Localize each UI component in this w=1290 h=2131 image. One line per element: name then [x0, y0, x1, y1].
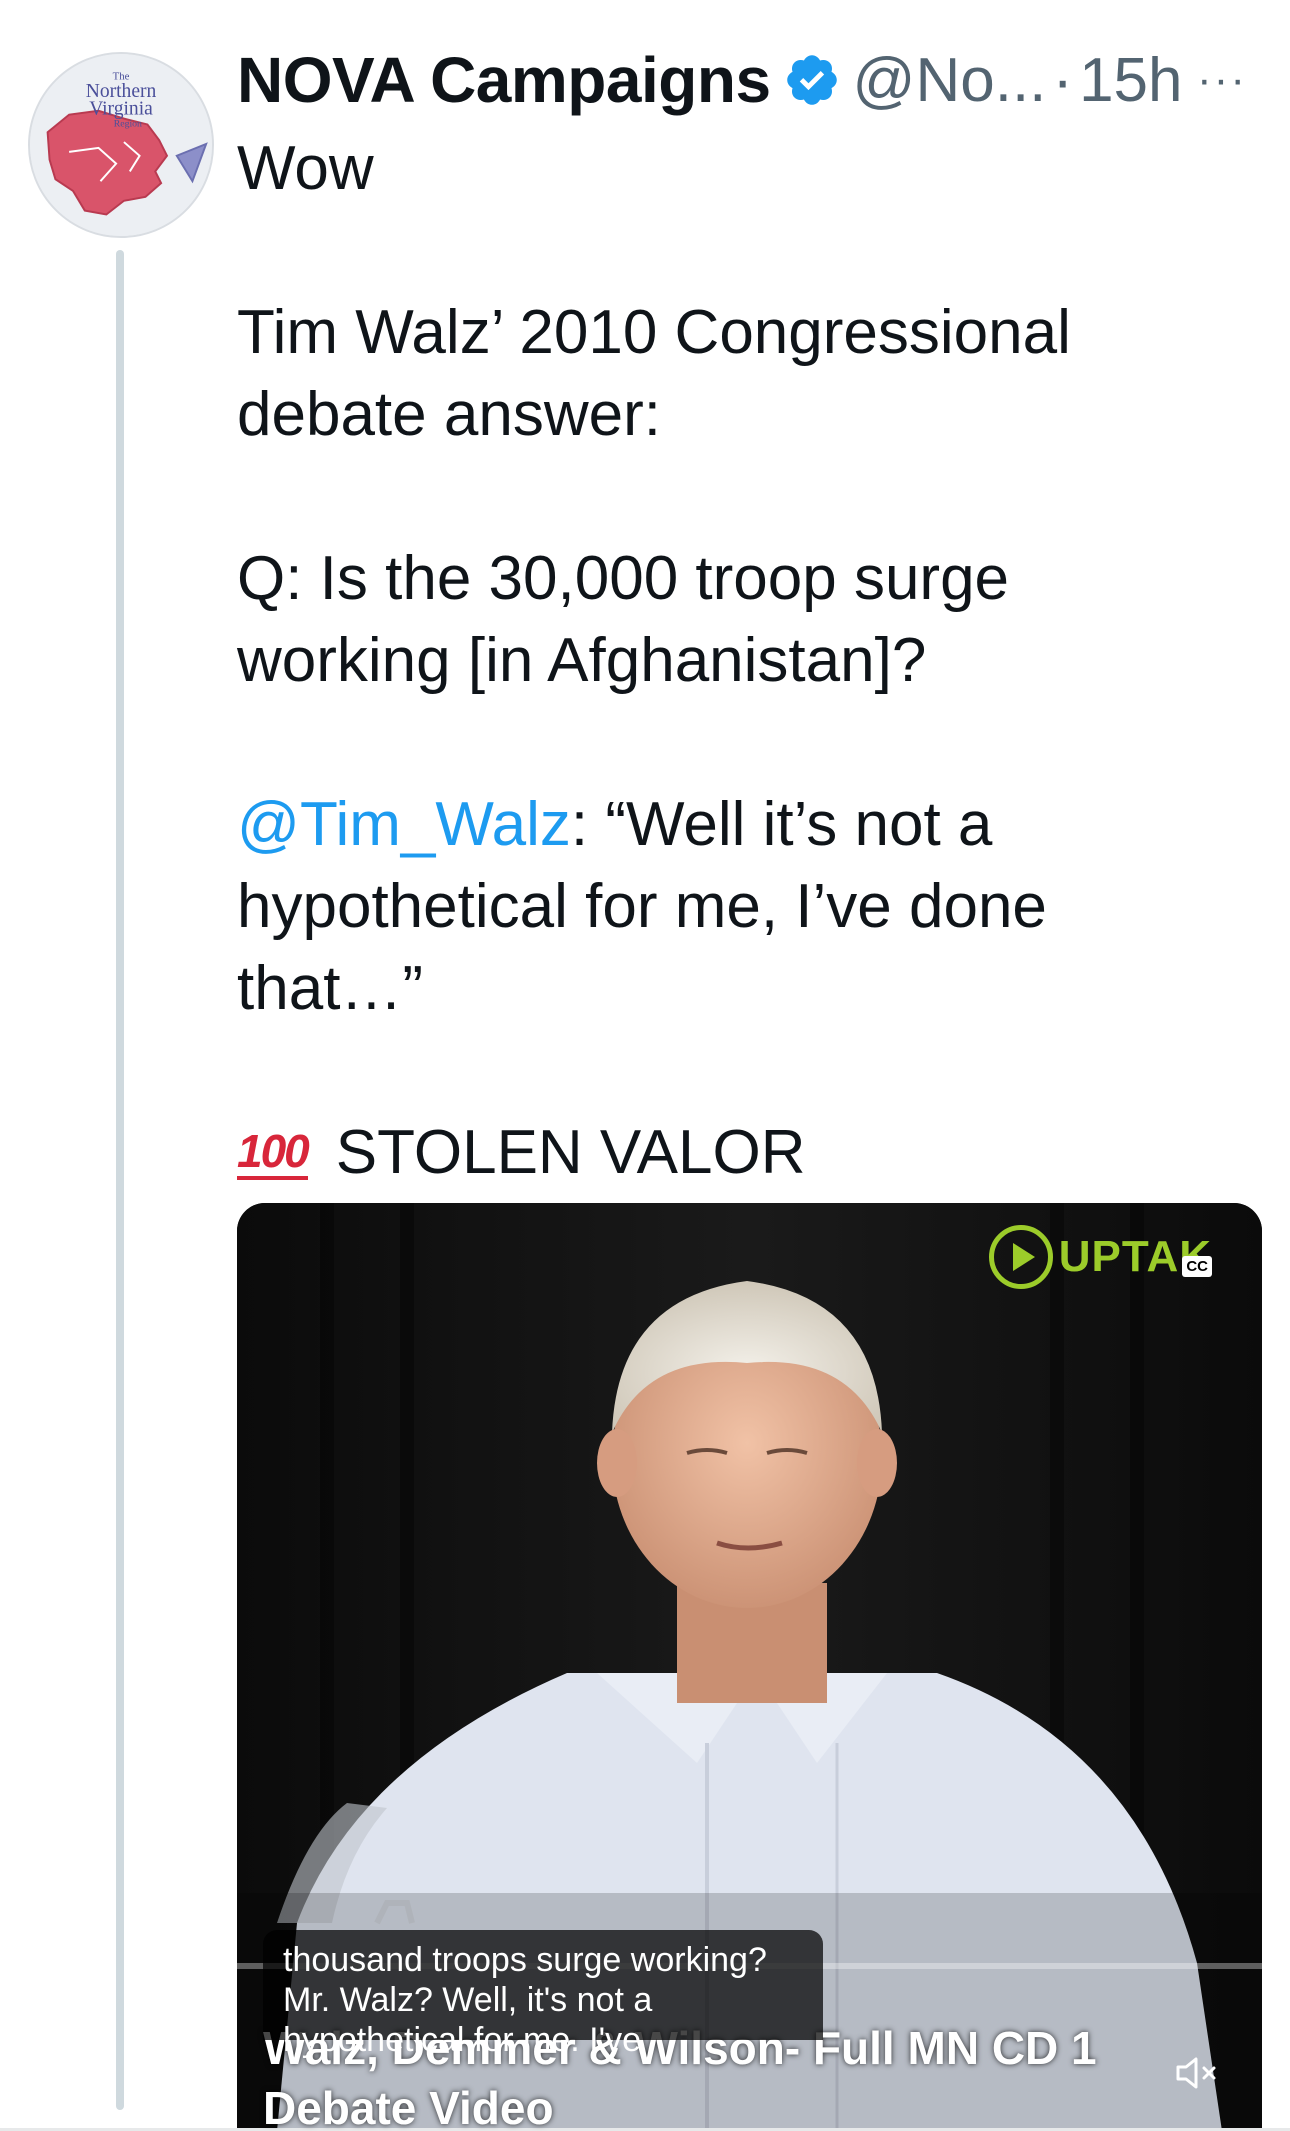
tweet-line: Tim Walz’ 2010 Congressional — [237, 298, 1071, 367]
tweet-line-stolen-valor: STOLEN VALOR — [335, 1118, 806, 1187]
play-icon — [988, 1225, 1053, 1289]
caption-line: thousand troops surge working? — [283, 1941, 767, 1979]
cc-badge: CC — [1182, 1256, 1212, 1277]
tweet-line: Q: Is the 30,000 troop surge — [237, 544, 1010, 613]
tweet-line: Wow — [237, 134, 374, 203]
tweet-line: working [in Afghanistan]? — [237, 626, 927, 695]
more-icon[interactable]: ··· — [1197, 55, 1247, 105]
display-name[interactable]: NOVA Campaigns — [237, 43, 771, 117]
tweet-line-rest: : “Well it’s not a — [570, 790, 993, 859]
hundred-points-icon: 100 — [237, 1128, 310, 1180]
timestamp[interactable]: 15h — [1079, 45, 1182, 116]
thread-line — [116, 250, 124, 2110]
tweet-line: that…” — [237, 954, 424, 1023]
tweet-line: debate answer: — [237, 380, 661, 449]
video-title-line: Debate Video — [263, 2082, 554, 2131]
mention-link[interactable]: @Tim_Walz — [237, 790, 571, 859]
separator-dot: · — [1052, 45, 1074, 115]
tweet-text: Wow Tim Walz’ 2010 Congressional debate … — [237, 128, 1237, 1194]
uptake-logo: UPTAK — [988, 1225, 1212, 1289]
tweet-line: 100 STOLEN VALOR — [237, 1112, 1237, 1194]
tweet-line: @Tim_Walz: “Well it’s not a — [237, 784, 1237, 866]
avatar-map-image: The Northern Virginia Region — [30, 54, 212, 236]
caption-line: Mr. Walz? Well, it's not a — [283, 1981, 653, 2019]
avatar[interactable]: The Northern Virginia Region — [28, 52, 214, 238]
avatar-text-virginia: Virginia — [89, 99, 153, 120]
mute-icon[interactable] — [1174, 2053, 1222, 2093]
tweet-line: hypothetical for me, I’ve done — [237, 872, 1047, 941]
verified-badge-icon[interactable] — [783, 51, 841, 109]
avatar-text-region: Region — [114, 118, 142, 129]
caption-line: hypothetical for me. I've — [283, 2021, 641, 2059]
handle[interactable]: @No... — [853, 45, 1047, 116]
video-player[interactable]: UPTAK CC thousand troops surge working? … — [237, 1203, 1262, 2131]
video-caption: thousand troops surge working? Mr. Walz?… — [263, 1930, 823, 2059]
tweet-header: NOVA Campaigns @No... · 15h ··· — [237, 40, 1277, 120]
